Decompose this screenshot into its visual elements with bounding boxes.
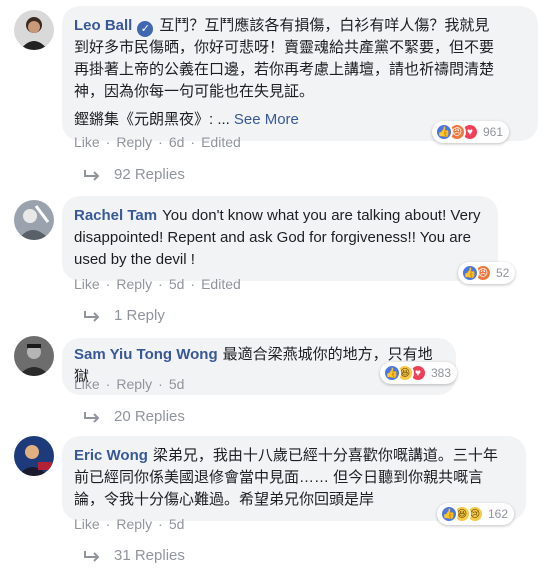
replies-count[interactable]: 20 Replies — [114, 408, 185, 425]
comment-author[interactable]: Sam Yiu Tong Wong — [74, 346, 218, 363]
comment-text-line: 論，令我十分傷心難過。希望弟兄你回頭是岸 — [74, 491, 375, 508]
reply-arrow-icon — [84, 550, 100, 562]
reply-button[interactable]: Reply — [116, 516, 152, 532]
like-reaction-icon: 👍 — [435, 123, 453, 141]
reply-button[interactable]: Reply — [116, 376, 152, 392]
like-button[interactable]: Like — [74, 134, 100, 150]
like-reaction-icon: 👍 — [383, 364, 401, 382]
comment-text-line: 到好多市民傷晒，你好可悲呀！賣靈魂給共產黨不緊要，但不要 — [74, 39, 495, 56]
comment-actions: Like · Reply · 5d — [74, 516, 185, 532]
like-button[interactable]: Like — [74, 516, 100, 532]
comment-text-line: disappointed! Repent and ask God for for… — [74, 229, 471, 246]
comment-author[interactable]: Eric Wong — [74, 447, 148, 464]
view-replies-link[interactable]: 31 Replies — [82, 547, 185, 564]
comment-text-line: 神，因為你每一句可能也在失見証。 — [74, 83, 315, 100]
reply-button[interactable]: Reply — [116, 134, 152, 150]
comment-text-line: 再掛著上帝的公義在口邊，若你再考慮上講壇，請也祈禱問清楚 — [74, 61, 495, 78]
comment-text-line: You don't know what you are talking abou… — [162, 207, 481, 224]
view-replies-link[interactable]: 1 Reply — [82, 307, 165, 324]
reaction-count: 52 — [496, 266, 510, 280]
reactions-summary[interactable]: 👍 😠 ♥ 961 — [432, 121, 510, 143]
timestamp[interactable]: 5d — [169, 516, 185, 532]
comment-text-tail: 鏗鏘集《元朗黑夜》: ... — [74, 111, 230, 128]
reactions-summary[interactable]: 👍 😠 52 — [458, 262, 516, 284]
like-button[interactable]: Like — [74, 276, 100, 292]
comment-text-line: used by the devil ! — [74, 251, 195, 268]
reply-arrow-icon — [84, 411, 100, 423]
comment-actions: Like · Reply · 6d · Edited — [74, 134, 241, 150]
avatar[interactable] — [14, 336, 54, 376]
comment-actions: Like · Reply · 5d — [74, 376, 185, 392]
avatar[interactable] — [14, 200, 54, 240]
edited-label: Edited — [201, 134, 241, 150]
reply-arrow-icon — [84, 169, 100, 181]
reactions-summary[interactable]: 👍 😆 😢 162 — [437, 503, 515, 525]
timestamp[interactable]: 5d — [169, 376, 185, 392]
see-more-link[interactable]: See More — [234, 111, 299, 128]
avatar[interactable] — [14, 10, 54, 50]
timestamp[interactable]: 6d — [169, 134, 185, 150]
reaction-count: 383 — [431, 366, 452, 380]
replies-count[interactable]: 1 Reply — [114, 307, 165, 324]
comment-text-line: 前已經同你係美國退修會當中見面…… 但今日聽到你親共嘅言 — [74, 469, 484, 486]
comment-bubble: Rachel Tam You don't know what you are ta… — [62, 196, 498, 281]
like-reaction-icon: 👍 — [440, 505, 458, 523]
comment-text-line: 梁弟兄，我由十八歲已經十分喜歡你嘅講道。三十年 — [152, 447, 498, 464]
reply-arrow-icon — [84, 310, 100, 322]
replies-count[interactable]: 92 Replies — [114, 166, 185, 183]
timestamp[interactable]: 5d — [169, 276, 185, 292]
comment-author[interactable]: Leo Ball — [74, 17, 132, 34]
avatar[interactable] — [14, 436, 54, 476]
reaction-count: 961 — [483, 125, 504, 139]
view-replies-link[interactable]: 20 Replies — [82, 408, 185, 425]
comment-actions: Like · Reply · 5d · Edited — [74, 276, 241, 292]
comment-text-line: 互鬥？互鬥應該各有損傷，白衫有咩人傷？我就見 — [159, 17, 490, 34]
comment-author[interactable]: Rachel Tam — [74, 207, 157, 224]
reply-button[interactable]: Reply — [116, 276, 152, 292]
like-button[interactable]: Like — [74, 376, 100, 392]
edited-label: Edited — [201, 276, 241, 292]
replies-count[interactable]: 31 Replies — [114, 547, 185, 564]
verified-badge-icon: ✓ — [137, 21, 154, 37]
reaction-count: 162 — [488, 507, 509, 521]
view-replies-link[interactable]: 92 Replies — [82, 166, 185, 183]
reactions-summary[interactable]: 👍 😆 ♥ 383 — [380, 362, 458, 384]
like-reaction-icon: 👍 — [461, 264, 479, 282]
